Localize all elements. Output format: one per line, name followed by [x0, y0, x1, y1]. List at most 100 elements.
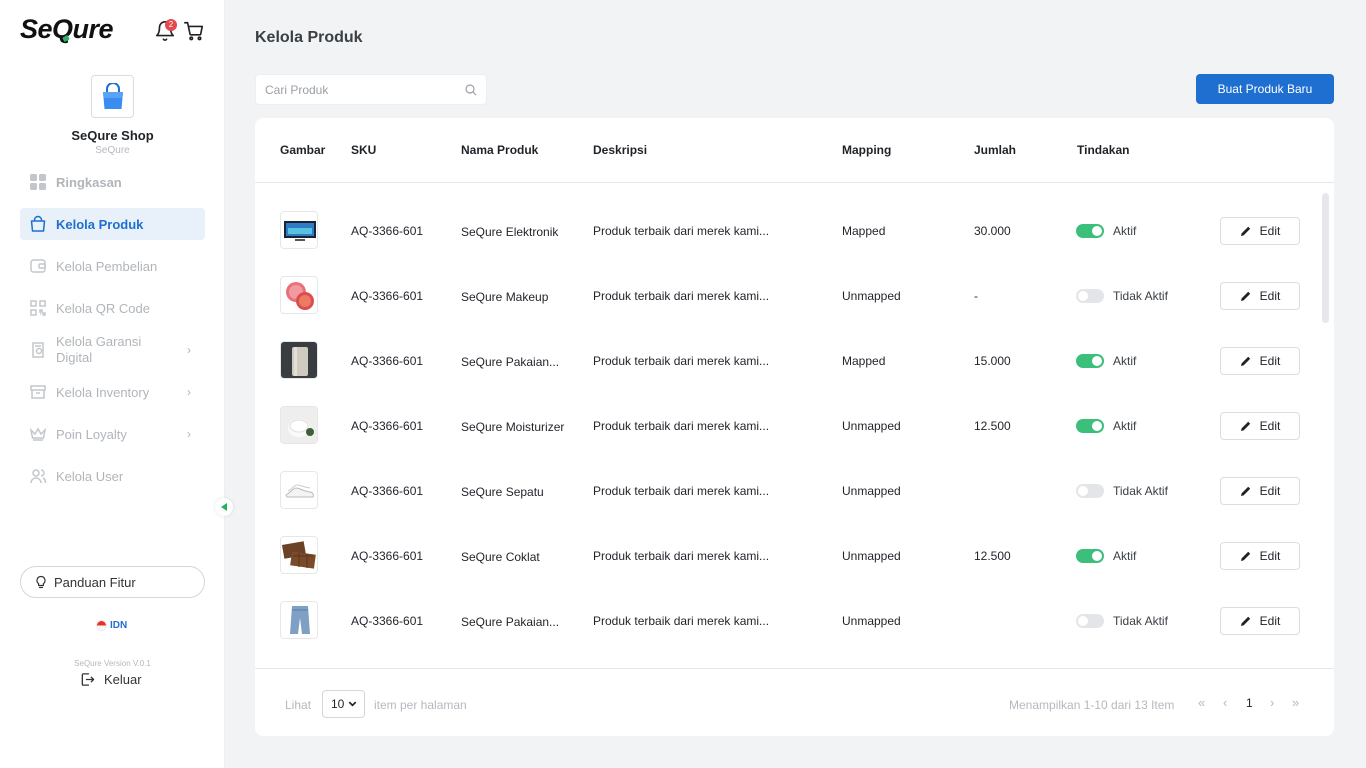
product-thumbnail — [280, 211, 318, 249]
footer-divider — [255, 668, 1334, 669]
next-page-icon[interactable]: › — [1270, 695, 1274, 710]
sidebar-item-poin-loyalty[interactable]: Poin Loyalty › — [20, 418, 205, 450]
status-toggle[interactable] — [1076, 354, 1104, 368]
wallet-icon — [30, 259, 46, 273]
sidebar-item-kelola-produk[interactable]: Kelola Produk — [20, 208, 205, 240]
chevron-down-icon — [348, 701, 357, 707]
sidebar-item-label: Kelola Inventory — [56, 384, 150, 400]
users-icon — [30, 469, 47, 484]
product-name-cell: SeQure Coklat — [461, 550, 540, 564]
first-page-icon[interactable]: « — [1198, 695, 1205, 710]
table-row: AQ-3366-601 SeQure Pakaian... Produk ter… — [255, 328, 1315, 393]
table-row: AQ-3366-601 SeQure Sepatu Produk terbaik… — [255, 458, 1315, 523]
status-toggle[interactable] — [1076, 549, 1104, 563]
edit-button[interactable]: Edit — [1220, 607, 1300, 635]
search-icon[interactable] — [465, 84, 477, 96]
sidebar-item-kelola-inventory[interactable]: Kelola Inventory › — [20, 376, 205, 408]
sidebar-item-label: Kelola Garansi Digital — [56, 334, 142, 365]
create-product-button[interactable]: Buat Produk Baru — [1196, 74, 1334, 104]
quantity-cell: 12.500 — [974, 419, 1011, 433]
table-row: AQ-3366-601 SeQure Coklat Produk terbaik… — [255, 523, 1315, 588]
edit-button[interactable]: Edit — [1220, 217, 1300, 245]
app-logo[interactable]: SeQure — [20, 14, 114, 45]
cart-icon[interactable] — [183, 20, 205, 42]
search-box — [255, 74, 487, 105]
pencil-icon — [1240, 616, 1250, 626]
status-toggle[interactable] — [1076, 419, 1104, 433]
pagination-summary: Menampilkan 1-10 dari 13 Item — [1009, 698, 1175, 712]
column-header-name: Nama Produk — [461, 143, 539, 157]
sidebar-item-kelola-qr-code[interactable]: Kelola QR Code — [20, 292, 205, 324]
shop-subtitle: SeQure — [95, 145, 130, 156]
shop-avatar — [91, 75, 134, 118]
feature-guide-button[interactable]: Panduan Fitur — [20, 566, 205, 598]
per-page-select[interactable]: 10 — [322, 690, 365, 718]
mapping-cell: Unmapped — [842, 614, 901, 628]
quantity-cell: 12.500 — [974, 549, 1011, 563]
pencil-icon — [1240, 421, 1250, 431]
sku-cell: AQ-3366-601 — [351, 484, 424, 498]
status-toggle[interactable] — [1076, 484, 1104, 498]
sidebar-item-label: Kelola User — [56, 468, 124, 484]
sku-cell: AQ-3366-601 — [351, 549, 424, 563]
dashboard-grid-icon — [30, 174, 46, 190]
mapping-cell: Mapped — [842, 224, 886, 238]
previous-page-icon[interactable]: ‹ — [1223, 695, 1227, 710]
status-label: Aktif — [1113, 549, 1137, 563]
page-title: Kelola Produk — [255, 29, 363, 46]
status-label: Tidak Aktif — [1113, 614, 1168, 628]
product-name-cell: SeQure Elektronik — [461, 225, 559, 239]
edit-label: Edit — [1259, 419, 1281, 433]
sidebar-item-kelola-user[interactable]: Kelola User — [20, 460, 205, 492]
status-label: Tidak Aktif — [1113, 289, 1168, 303]
sidebar-collapse-toggle[interactable] — [215, 498, 233, 516]
last-page-icon[interactable]: » — [1292, 695, 1299, 710]
logout-button[interactable]: Keluar — [80, 672, 142, 687]
shopping-bag-icon — [30, 215, 46, 232]
status-label: Aktif — [1113, 419, 1137, 433]
mapping-cell: Mapped — [842, 354, 886, 368]
sidebar-item-kelola-pembelian[interactable]: Kelola Pembelian — [20, 250, 205, 282]
edit-button[interactable]: Edit — [1220, 542, 1300, 570]
edit-button[interactable]: Edit — [1220, 347, 1300, 375]
table-scrollbar[interactable] — [1322, 193, 1329, 323]
pencil-icon — [1240, 291, 1250, 301]
quantity-cell: - — [974, 289, 978, 303]
language-selector[interactable]: IDN — [96, 620, 127, 631]
sidebar-item-kelola-garansi-digital[interactable]: Kelola Garansi Digital › — [20, 331, 205, 369]
sidebar-item-ringkasan[interactable]: Ringkasan — [20, 166, 205, 198]
sidebar-nav: Ringkasan Kelola Produk Kelola Pembelian… — [20, 166, 205, 502]
product-name-cell: SeQure Moisturizer — [461, 420, 565, 434]
feature-guide-label: Panduan Fitur — [54, 574, 136, 590]
pencil-icon — [1240, 226, 1250, 236]
product-table-card: Gambar SKU Nama Produk Deskripsi Mapping… — [255, 118, 1334, 736]
status-toggle[interactable] — [1076, 614, 1104, 628]
qr-code-icon — [30, 300, 46, 316]
chevron-right-icon: › — [187, 385, 191, 399]
quantity-cell: 15.000 — [974, 354, 1011, 368]
current-page-number[interactable]: 1 — [1246, 696, 1253, 710]
sidebar-item-label: Kelola QR Code — [56, 300, 150, 316]
edit-label: Edit — [1259, 289, 1281, 303]
status-label: Aktif — [1113, 354, 1137, 368]
pencil-icon — [1240, 551, 1250, 561]
product-thumbnail — [280, 276, 318, 314]
edit-button[interactable]: Edit — [1220, 477, 1300, 505]
table-row: AQ-3366-601 SeQure Moisturizer Produk te… — [255, 393, 1315, 458]
product-name-cell: SeQure Makeup — [461, 290, 549, 304]
product-thumbnail — [280, 536, 318, 574]
app-version: SeQure Version V.0.1 — [74, 659, 151, 668]
search-input[interactable] — [256, 75, 456, 104]
edit-button[interactable]: Edit — [1220, 412, 1300, 440]
quantity-cell: 30.000 — [974, 224, 1011, 238]
column-header-description: Deskripsi — [593, 143, 648, 157]
shop-name: SeQure Shop — [71, 128, 154, 143]
column-header-action: Tindakan — [1077, 143, 1130, 157]
column-header-image: Gambar — [280, 143, 326, 157]
product-name-cell: SeQure Pakaian... — [461, 355, 560, 369]
edit-button[interactable]: Edit — [1220, 282, 1300, 310]
product-name-cell: SeQure Pakaian... — [461, 615, 560, 629]
mapping-cell: Unmapped — [842, 419, 901, 433]
status-toggle[interactable] — [1076, 289, 1104, 303]
status-toggle[interactable] — [1076, 224, 1104, 238]
